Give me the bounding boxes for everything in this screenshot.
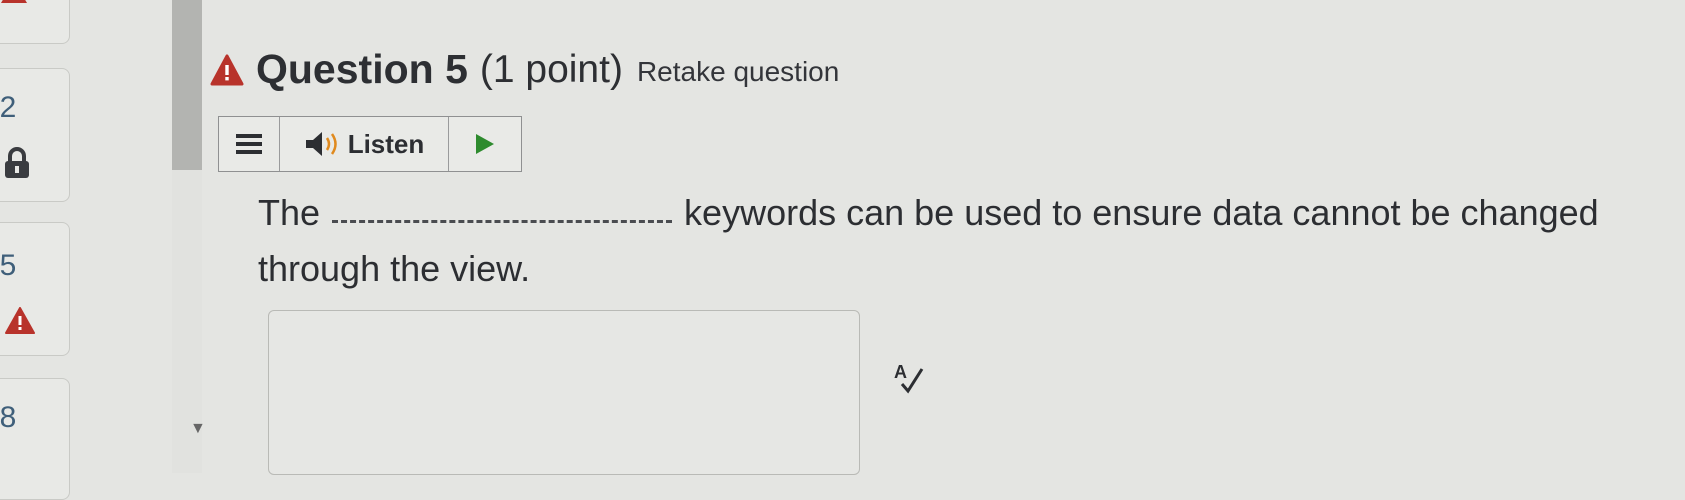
question-text: The keywords can be used to ensure data c… (258, 185, 1599, 241)
spellcheck-icon[interactable]: A (892, 360, 926, 394)
play-icon (476, 134, 494, 154)
svg-text:A: A (894, 362, 907, 382)
question-title: Question 5 (256, 46, 468, 92)
listen-button[interactable]: Listen (280, 117, 449, 171)
warning-icon (210, 54, 244, 85)
speaker-icon (305, 132, 337, 156)
nav-number: 18 (0, 401, 17, 434)
answer-input[interactable] (268, 310, 860, 475)
read-aloud-toolbar: Listen (218, 116, 522, 172)
question-text-before: The (258, 192, 321, 233)
scroll-down-arrow-icon[interactable]: ▼ (190, 420, 206, 438)
nav-number: 12 (0, 91, 17, 124)
nav-card-previous[interactable] (0, 0, 70, 44)
nav-card-12[interactable]: 12 (0, 68, 70, 202)
lock-icon (5, 147, 29, 178)
question-text-line2: through the view. (258, 248, 531, 289)
nav-card-18[interactable]: 18 (0, 378, 70, 500)
question-header: Question 5 (1 point) Retake question (210, 46, 839, 93)
nav-card-15[interactable]: 15 (0, 222, 70, 356)
question-navigator: 12 15 18 (0, 0, 165, 500)
listen-label: Listen (347, 128, 425, 159)
menu-button[interactable] (219, 117, 280, 171)
warning-icon (5, 307, 35, 334)
hamburger-icon (236, 134, 262, 154)
warning-icon (1, 0, 27, 3)
scroll-thumb[interactable] (172, 0, 202, 170)
scrollbar[interactable] (172, 0, 202, 473)
nav-number: 15 (0, 249, 17, 282)
fill-in-blank (332, 220, 673, 223)
question-points: (1 point) (479, 47, 623, 91)
retake-question-link[interactable]: Retake question (637, 56, 839, 88)
play-button[interactable] (449, 117, 521, 171)
question-text-after: keywords can be used to ensure data cann… (684, 192, 1599, 233)
